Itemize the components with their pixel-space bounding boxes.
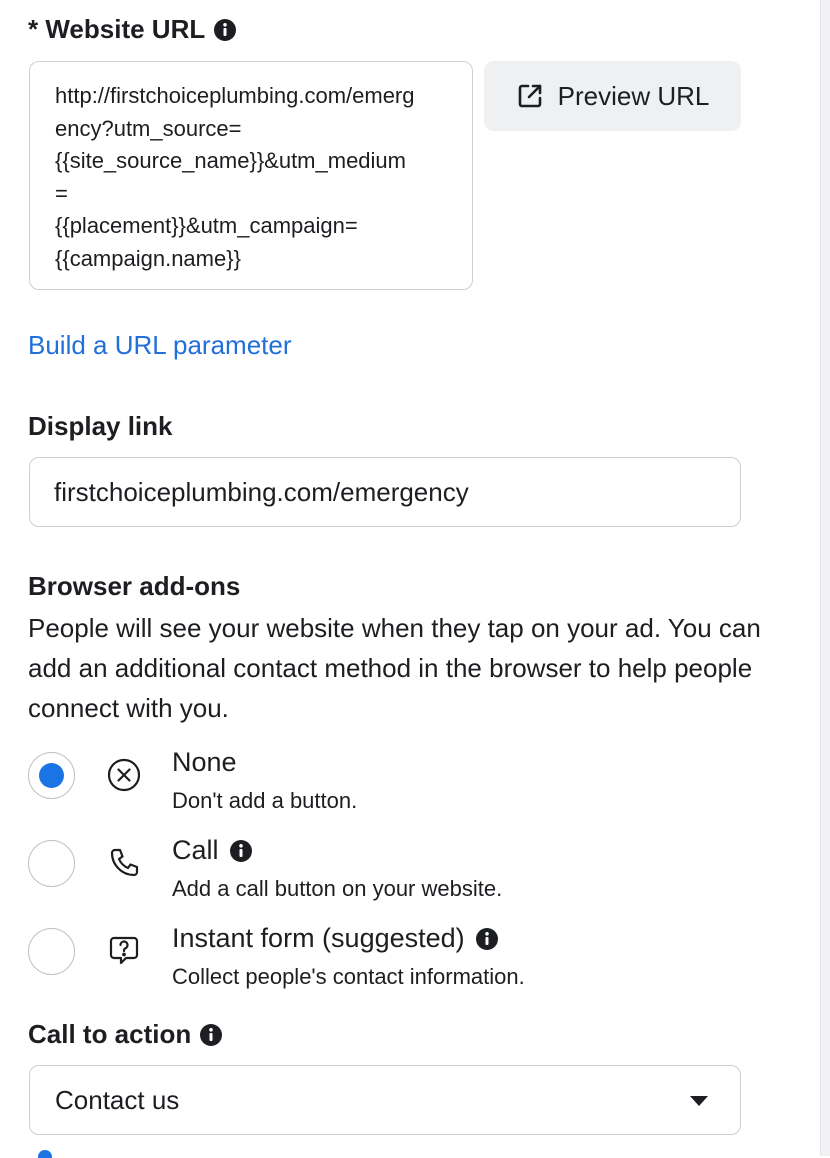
info-icon[interactable] — [213, 18, 237, 42]
info-icon[interactable] — [475, 927, 499, 951]
partial-element-indicator — [38, 1150, 52, 1158]
call-to-action-value: Contact us — [55, 1084, 180, 1115]
website-url-value: http://firstchoiceplumbing.com/emergency… — [55, 83, 415, 271]
browser-addons-label: Browser add-ons — [28, 571, 241, 601]
display-link-value: firstchoiceplumbing.com/emergency — [54, 476, 469, 507]
caret-down-icon — [690, 1096, 708, 1106]
website-url-input[interactable]: http://firstchoiceplumbing.com/emergency… — [29, 61, 473, 290]
display-link-input[interactable]: firstchoiceplumbing.com/emergency — [29, 457, 741, 527]
option-instant-form-title: Instant form (suggested) — [172, 923, 499, 954]
preview-url-label: Preview URL — [557, 80, 710, 111]
circle-x-icon — [104, 755, 144, 795]
external-link-icon — [516, 82, 544, 110]
preview-url-button[interactable]: Preview URL — [484, 61, 741, 131]
option-none-subtitle: Don't add a button. — [172, 788, 358, 813]
website-url-label: * Website URL — [28, 14, 237, 45]
radio-instant-form[interactable] — [28, 928, 75, 975]
option-none-title: None — [172, 747, 237, 777]
browser-addons-description: People will see your website when they t… — [28, 613, 761, 723]
scrollbar[interactable] — [820, 0, 830, 1156]
option-call-subtitle: Add a call button on your website. — [172, 876, 503, 901]
radio-call[interactable] — [28, 840, 75, 887]
info-icon[interactable] — [229, 839, 253, 863]
question-bubble-icon — [104, 931, 144, 971]
display-link-label: Display link — [28, 411, 173, 441]
call-to-action-label: Call to action — [28, 1019, 223, 1050]
build-url-parameter-link[interactable]: Build a URL parameter — [28, 330, 292, 361]
info-icon[interactable] — [199, 1023, 223, 1047]
radio-none[interactable] — [28, 752, 75, 799]
phone-icon — [104, 843, 144, 883]
call-to-action-select[interactable]: Contact us — [29, 1065, 741, 1135]
option-call-title: Call — [172, 835, 253, 866]
option-instant-form-subtitle: Collect people's contact information. — [172, 964, 525, 989]
